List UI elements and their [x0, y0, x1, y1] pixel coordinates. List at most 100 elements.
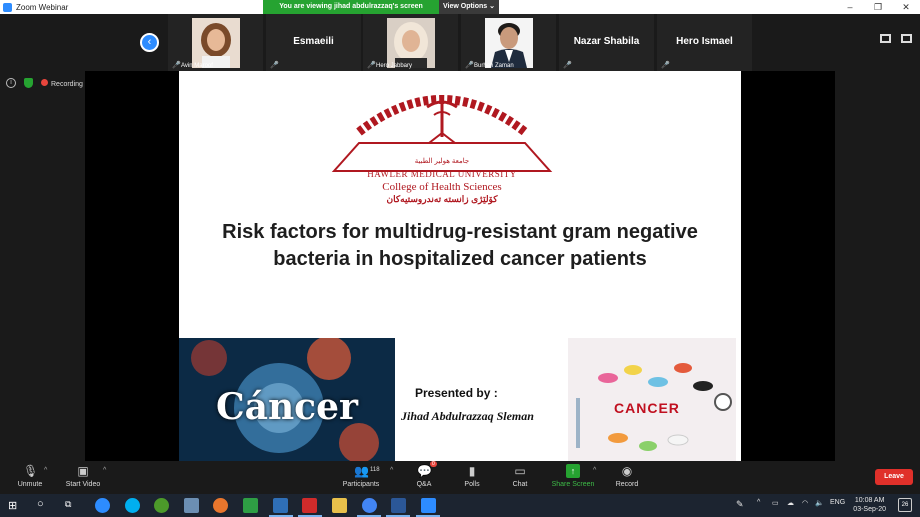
recording-label: Recording	[51, 80, 83, 88]
restore-button[interactable]: ❐	[864, 0, 892, 14]
battery-icon[interactable]: ▭	[772, 499, 779, 507]
language-indicator[interactable]: ENG	[830, 499, 845, 506]
record-label: Record	[615, 481, 639, 488]
wifi-icon[interactable]: ◠	[802, 499, 808, 507]
university-name: HAWLER MEDICAL UNIVERSITY	[367, 169, 517, 179]
chat-button[interactable]: ▭ Chat	[490, 464, 550, 488]
start-video-label: Start Video	[65, 481, 101, 488]
view-options-button[interactable]: View Options ⌄	[439, 0, 499, 14]
task-view-icon[interactable]: ⧉	[65, 499, 71, 510]
college-name: College of Health Sciences	[382, 181, 502, 193]
participants-icon: 👥	[354, 464, 369, 478]
participant-tile[interactable]: Hero Ismael 🎤	[657, 14, 752, 71]
layout-switch-icon[interactable]	[880, 34, 891, 43]
qa-badge: 0	[430, 461, 437, 467]
muted-mic-icon: 🎤	[270, 62, 279, 69]
viewing-banner: You are viewing jihad abdulrazzaq's scre…	[263, 0, 499, 14]
viewing-screen-message: You are viewing jihad abdulrazzaq's scre…	[263, 0, 439, 14]
chrome-icon[interactable]	[362, 498, 377, 513]
meeting-toolbar: 🎙 Unmute ^ ▣ Start Video ^ 👥 Participant…	[0, 461, 920, 494]
photos-icon[interactable]	[184, 498, 199, 513]
pen-icon[interactable]: ✎	[736, 499, 744, 510]
polls-label: Polls	[464, 481, 480, 488]
video-off-icon: ▣	[77, 464, 89, 478]
polls-icon: ▮	[468, 464, 476, 478]
kurdish-college-name: كۆلێژی زانستە تەندروستیەكان	[386, 194, 498, 204]
participants-label: Participants	[342, 481, 380, 488]
participant-name: Nazar Shabila	[573, 36, 640, 47]
leave-button[interactable]: Leave	[875, 469, 913, 485]
video-options-caret[interactable]: ^	[103, 467, 106, 474]
word-icon[interactable]	[391, 498, 406, 513]
qa-label: Q&A	[416, 481, 432, 488]
record-button[interactable]: ◉ Record	[597, 464, 657, 488]
notifications-button[interactable]: 26	[898, 498, 912, 512]
participant-tile[interactable]: Esmaeili 🎤	[266, 14, 361, 71]
windows-taskbar: ⊞ ○ ⧉ ✎ ^ ▭ ☁ ◠ 🔈 ENG 10:08 AM 03-Sep-20…	[0, 494, 920, 517]
muted-mic-icon: 🎤	[172, 62, 181, 69]
teamviewer-icon[interactable]	[95, 498, 110, 513]
participant-tile[interactable]: Nazar Shabila 🎤	[559, 14, 654, 71]
window-title: Zoom Webinar	[16, 2, 69, 12]
share-options-caret[interactable]: ^	[593, 467, 596, 474]
zoom-taskbar-icon[interactable]	[421, 498, 436, 513]
meeting-status: i Recording	[6, 78, 83, 88]
participant-name: Avin Maroof	[181, 63, 213, 69]
chat-icon: ▭	[514, 464, 526, 478]
cancer-cell-image: Cáncer	[179, 338, 395, 461]
app-icon[interactable]	[154, 498, 169, 513]
muted-mic-icon: 🎤	[465, 62, 474, 69]
tray-expand-icon[interactable]: ^	[757, 499, 760, 506]
presentation-slide: جامعة هولير الطبية HAWLER MEDICAL UNIVER…	[179, 71, 741, 461]
chat-label: Chat	[512, 481, 528, 488]
arabic-university-name: جامعة هولير الطبية	[414, 158, 470, 165]
participants-button[interactable]: 👥 Participants	[331, 464, 391, 488]
slide-title-line-2: bacteria in hospitalized cancer patients	[273, 248, 647, 270]
previous-page-button[interactable]: ‹	[140, 33, 159, 52]
participant-photo	[192, 18, 240, 68]
participant-tile[interactable]: 🎤 Burhan Zaman	[461, 14, 556, 71]
green-app-icon[interactable]	[243, 498, 258, 513]
muted-mic-icon: 🎤	[661, 62, 670, 69]
presenter-name: Jihad Abdulrazzaq Sleman	[401, 409, 534, 423]
search-circle-icon[interactable]: ○	[37, 498, 44, 510]
muted-mic-icon: 🎤	[563, 62, 572, 69]
firefox-icon[interactable]	[213, 498, 228, 513]
volume-icon[interactable]: 🔈	[815, 499, 824, 507]
file-explorer-icon[interactable]	[332, 498, 347, 513]
fullscreen-icon[interactable]	[901, 34, 912, 43]
slide-title-line-1: Risk factors for multidrug-resistant gra…	[222, 221, 698, 243]
recording-indicator: Recording	[41, 78, 83, 88]
unmute-label: Unmute	[17, 481, 43, 488]
cancer-image-word: Cáncer	[216, 386, 358, 428]
system-clock[interactable]: 10:08 AM 03-Sep-20	[853, 496, 886, 514]
participant-tile[interactable]: 🎤 Hero Jabbary	[363, 14, 458, 71]
participant-photo	[485, 18, 533, 68]
presented-by-label: Presented by :	[415, 386, 498, 400]
unmute-button[interactable]: 🎙 Unmute	[0, 464, 60, 488]
audio-options-caret[interactable]: ^	[44, 467, 47, 474]
cloud-icon[interactable]: ☁	[787, 499, 794, 507]
participants-options-caret[interactable]: ^	[390, 467, 393, 474]
media-player-icon[interactable]	[273, 498, 288, 513]
participants-count: 118	[370, 467, 380, 473]
clock-time: 10:08 AM	[854, 497, 885, 504]
minimize-button[interactable]: –	[836, 0, 864, 14]
info-icon[interactable]: i	[6, 78, 16, 88]
participant-strip: ‹ 🎤 Avin Maroof Esmaeili 🎤 🎤 Hero Jabbar…	[0, 14, 920, 71]
zoom-webinar-window: Zoom Webinar – ❐ ✕ You are viewing jihad…	[0, 0, 920, 517]
security-shield-icon[interactable]	[24, 78, 33, 88]
participant-tile[interactable]: 🎤 Avin Maroof	[168, 14, 263, 71]
university-logo: جامعة هولير الطبية HAWLER MEDICAL UNIVER…	[329, 77, 555, 205]
slide-title: Risk factors for multidrug-resistant gra…	[179, 219, 741, 273]
view-controls	[880, 34, 912, 43]
acrobat-icon[interactable]	[302, 498, 317, 513]
start-windows-icon[interactable]: ⊞	[8, 499, 17, 512]
muted-mic-icon: 🎙	[23, 464, 39, 478]
close-button[interactable]: ✕	[892, 0, 920, 14]
window-controls: – ❐ ✕	[836, 0, 920, 14]
participant-name: Hero Jabbary	[376, 63, 413, 69]
skype-icon[interactable]	[125, 498, 140, 513]
logo-frame-graphic	[331, 133, 553, 172]
share-screen-icon: ↑	[566, 464, 580, 478]
